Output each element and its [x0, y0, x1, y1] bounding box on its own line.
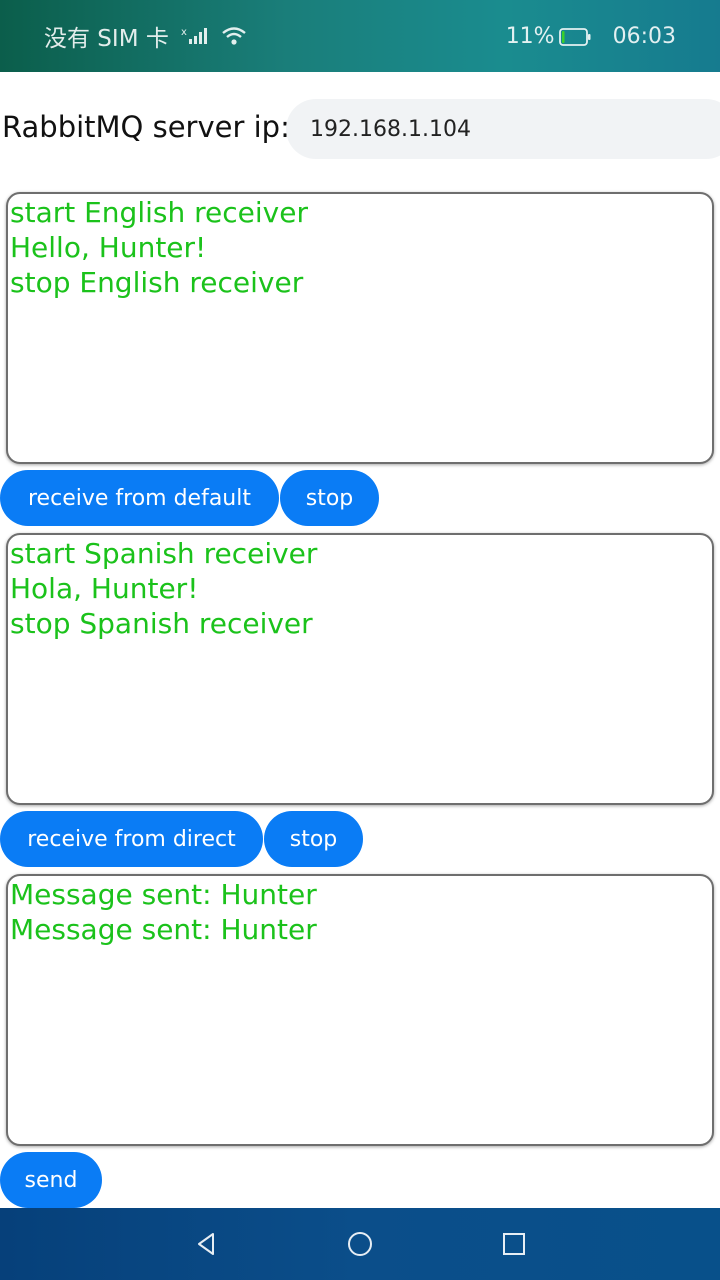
log-line: stop English receiver: [10, 266, 304, 299]
status-right: 11% 06:03: [506, 20, 676, 52]
receive-from-default-button[interactable]: receive from default: [0, 470, 279, 526]
log-line: stop Spanish receiver: [10, 607, 313, 640]
recents-icon[interactable]: [498, 1228, 530, 1260]
log-line: Message sent: Hunter: [10, 913, 317, 946]
sent-messages-log[interactable]: Message sent: Hunter Message sent: Hunte…: [6, 874, 714, 1146]
log-line: Hola, Hunter!: [10, 572, 199, 605]
battery-percent: 11%: [505, 23, 555, 49]
home-icon[interactable]: [344, 1228, 376, 1260]
log-line: start Spanish receiver: [10, 537, 318, 570]
log-line: Hello, Hunter!: [10, 231, 207, 264]
log-line: Message sent: Hunter: [10, 878, 317, 911]
carrier-text: 没有 SIM 卡: [44, 26, 169, 52]
stop-default-button[interactable]: stop: [280, 470, 379, 526]
svg-text:x: x: [181, 27, 187, 38]
english-receiver-log[interactable]: start English receiver Hello, Hunter! st…: [6, 192, 714, 464]
server-ip-label: RabbitMQ server ip:: [2, 110, 290, 144]
signal-icon: x: [181, 25, 209, 47]
server-ip-row: RabbitMQ server ip:: [0, 96, 720, 160]
status-bar: 没有 SIM 卡 x 11% 06:03: [0, 0, 720, 72]
clock: 06:03: [612, 23, 676, 49]
stop-direct-button[interactable]: stop: [264, 811, 363, 867]
wifi-icon: [221, 25, 247, 47]
status-left: 没有 SIM 卡 x: [44, 20, 247, 52]
battery-icon: [558, 27, 591, 46]
server-ip-input[interactable]: [286, 99, 720, 159]
send-button[interactable]: send: [0, 1152, 102, 1208]
back-icon[interactable]: [190, 1228, 222, 1260]
log-line: start English receiver: [10, 196, 308, 229]
spanish-receiver-log[interactable]: start Spanish receiver Hola, Hunter! sto…: [6, 533, 714, 805]
battery: 11%: [506, 24, 591, 49]
navigation-bar: [0, 1208, 720, 1280]
receive-from-direct-button[interactable]: receive from direct: [0, 811, 263, 867]
